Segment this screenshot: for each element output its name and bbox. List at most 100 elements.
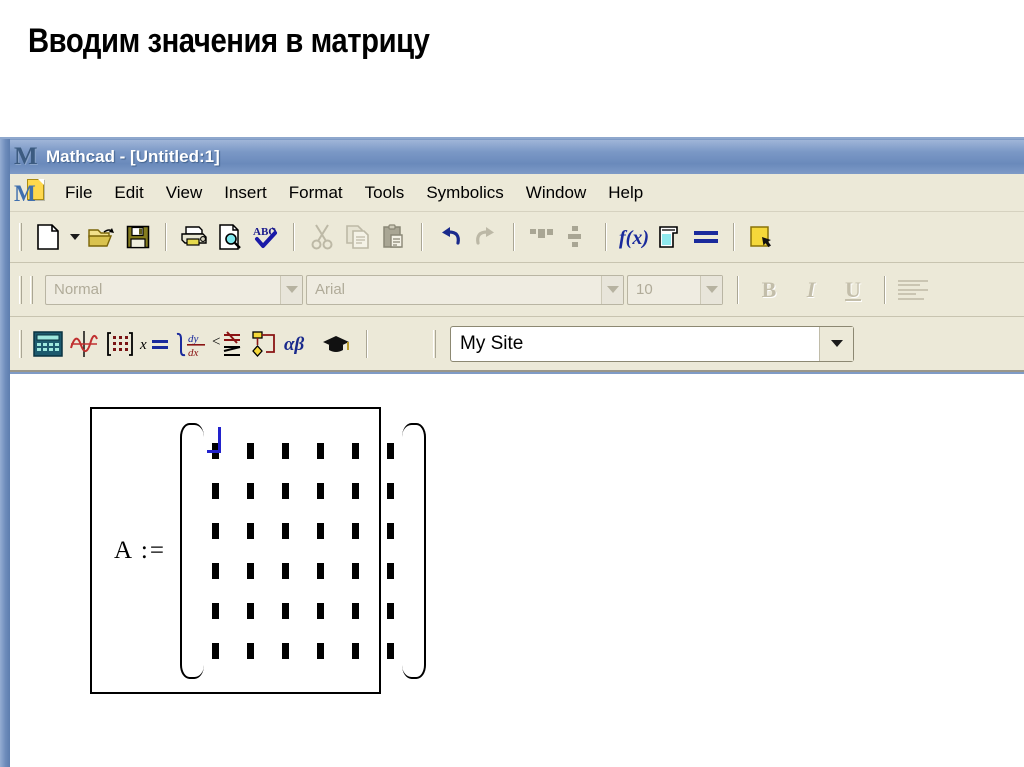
matrix-cell[interactable] [233, 591, 268, 631]
programming-toolbar-icon[interactable] [246, 327, 282, 361]
menu-item-edit[interactable]: Edit [103, 181, 154, 205]
window-titlebar[interactable]: M Mathcad - [Untitled:1] [10, 140, 1024, 174]
site-select[interactable]: My Site [450, 325, 854, 362]
symbolic-toolbar-icon[interactable] [318, 327, 354, 361]
toolbar-grip[interactable] [19, 275, 22, 304]
matrix-placeholder-icon [316, 642, 324, 659]
menu-item-insert[interactable]: Insert [213, 181, 278, 205]
menu-item-symbolics[interactable]: Symbolics [415, 181, 514, 205]
cut-icon[interactable] [304, 220, 340, 254]
matrix-cell[interactable] [233, 551, 268, 591]
matrix-cell[interactable] [303, 471, 338, 511]
matrix-placeholder-icon [211, 562, 219, 579]
matrix-cell[interactable] [303, 511, 338, 551]
svg-text:f(x): f(x) [619, 227, 649, 249]
matrix-cell[interactable] [303, 591, 338, 631]
new-document-dropdown-icon[interactable] [66, 220, 84, 254]
matrix-placeholder-icon [246, 562, 254, 579]
undo-icon[interactable] [432, 220, 468, 254]
matrix-cell[interactable] [303, 631, 338, 671]
matrix-cell[interactable] [268, 591, 303, 631]
matrix-cell[interactable] [233, 511, 268, 551]
new-document-icon[interactable] [30, 220, 66, 254]
calculator-toolbar-icon[interactable] [30, 327, 66, 361]
matrix-cell[interactable] [268, 551, 303, 591]
open-folder-icon[interactable] [84, 220, 120, 254]
matrix-cell[interactable] [233, 431, 268, 471]
matrix-cell[interactable] [268, 631, 303, 671]
matrix-cell[interactable] [268, 471, 303, 511]
matrix-cell[interactable] [338, 551, 373, 591]
evaluation-toolbar-icon[interactable]: x [138, 327, 174, 361]
redo-icon[interactable] [468, 220, 504, 254]
chevron-down-icon[interactable] [280, 275, 302, 304]
font-size-select[interactable]: 10 [627, 274, 723, 305]
matrix-cell[interactable] [198, 551, 233, 591]
matrix-cell[interactable] [198, 591, 233, 631]
menu-item-view[interactable]: View [155, 181, 214, 205]
mathcad-m-logo-icon[interactable]: M [14, 144, 40, 170]
toolbar-grip[interactable] [19, 223, 22, 251]
matrix-cell[interactable] [338, 431, 373, 471]
matrix-cell[interactable] [198, 511, 233, 551]
matrix-cell[interactable] [233, 631, 268, 671]
print-preview-icon[interactable] [212, 220, 248, 254]
svg-text:αβ: αβ [284, 334, 305, 355]
greek-toolbar-icon[interactable]: αβ [282, 327, 318, 361]
matrix-cell[interactable] [338, 631, 373, 671]
matrix-cell[interactable] [198, 426, 233, 471]
paragraph-style-value: Normal [54, 281, 103, 298]
menu-item-window[interactable]: Window [515, 181, 597, 205]
matrix-math-region[interactable]: A := [90, 407, 426, 694]
menu-item-tools[interactable]: Tools [354, 181, 416, 205]
insert-unit-icon[interactable] [652, 220, 688, 254]
copy-icon[interactable] [340, 220, 376, 254]
toolbar-grip[interactable] [19, 329, 22, 358]
matrix-cell[interactable] [338, 471, 373, 511]
matrix-cell[interactable] [303, 551, 338, 591]
matrix-cell[interactable] [338, 511, 373, 551]
underline-button[interactable]: U [832, 274, 874, 306]
document-worksheet[interactable]: A := [10, 374, 1024, 767]
matrix-cell[interactable] [268, 511, 303, 551]
menu-item-help[interactable]: Help [597, 181, 654, 205]
boolean-toolbar-icon[interactable]: < [210, 327, 246, 361]
menu-item-format[interactable]: Format [278, 181, 354, 205]
mathcad-document-icon[interactable]: M [14, 178, 46, 208]
toolbar-separator [366, 329, 368, 358]
matrix-cell[interactable] [268, 431, 303, 471]
print-icon[interactable] [176, 220, 212, 254]
font-family-select[interactable]: Arial [306, 274, 624, 305]
italic-button[interactable]: I [790, 274, 832, 306]
bold-button[interactable]: B [748, 274, 790, 306]
matrix-cell[interactable] [338, 591, 373, 631]
matrix-placeholder-icon [246, 442, 254, 459]
matrix-placeholder-grid[interactable] [179, 422, 426, 679]
site-select-value: My Site [460, 332, 524, 354]
paragraph-style-select[interactable]: Normal [45, 274, 303, 305]
spell-check-icon[interactable]: ABC [248, 220, 284, 254]
toolbar-grip[interactable] [30, 275, 33, 304]
graph-toolbar-icon[interactable] [66, 327, 102, 361]
chevron-down-icon[interactable] [700, 275, 722, 304]
matrix-placeholder-icon [386, 602, 394, 619]
align-left-icon[interactable] [895, 273, 931, 307]
chevron-down-icon[interactable] [819, 326, 853, 361]
matrix-toolbar-icon[interactable] [102, 327, 138, 361]
toolbar-separator [605, 223, 607, 251]
align-across-icon[interactable] [524, 220, 560, 254]
align-down-icon[interactable] [560, 220, 596, 254]
calculate-icon[interactable] [688, 220, 724, 254]
chevron-down-icon[interactable] [601, 275, 623, 304]
calculus-toolbar-icon[interactable]: dy dx [174, 327, 210, 361]
menu-item-file[interactable]: File [54, 181, 103, 205]
matrix-cell[interactable] [233, 471, 268, 511]
insert-hyperlink-icon[interactable] [744, 220, 780, 254]
matrix-cell[interactable] [303, 431, 338, 471]
matrix-cell[interactable] [198, 471, 233, 511]
insert-function-icon[interactable]: f(x) [616, 220, 652, 254]
matrix-cell[interactable] [198, 631, 233, 671]
toolbar-grip[interactable] [433, 329, 436, 358]
save-icon[interactable] [120, 220, 156, 254]
paste-icon[interactable] [376, 220, 412, 254]
